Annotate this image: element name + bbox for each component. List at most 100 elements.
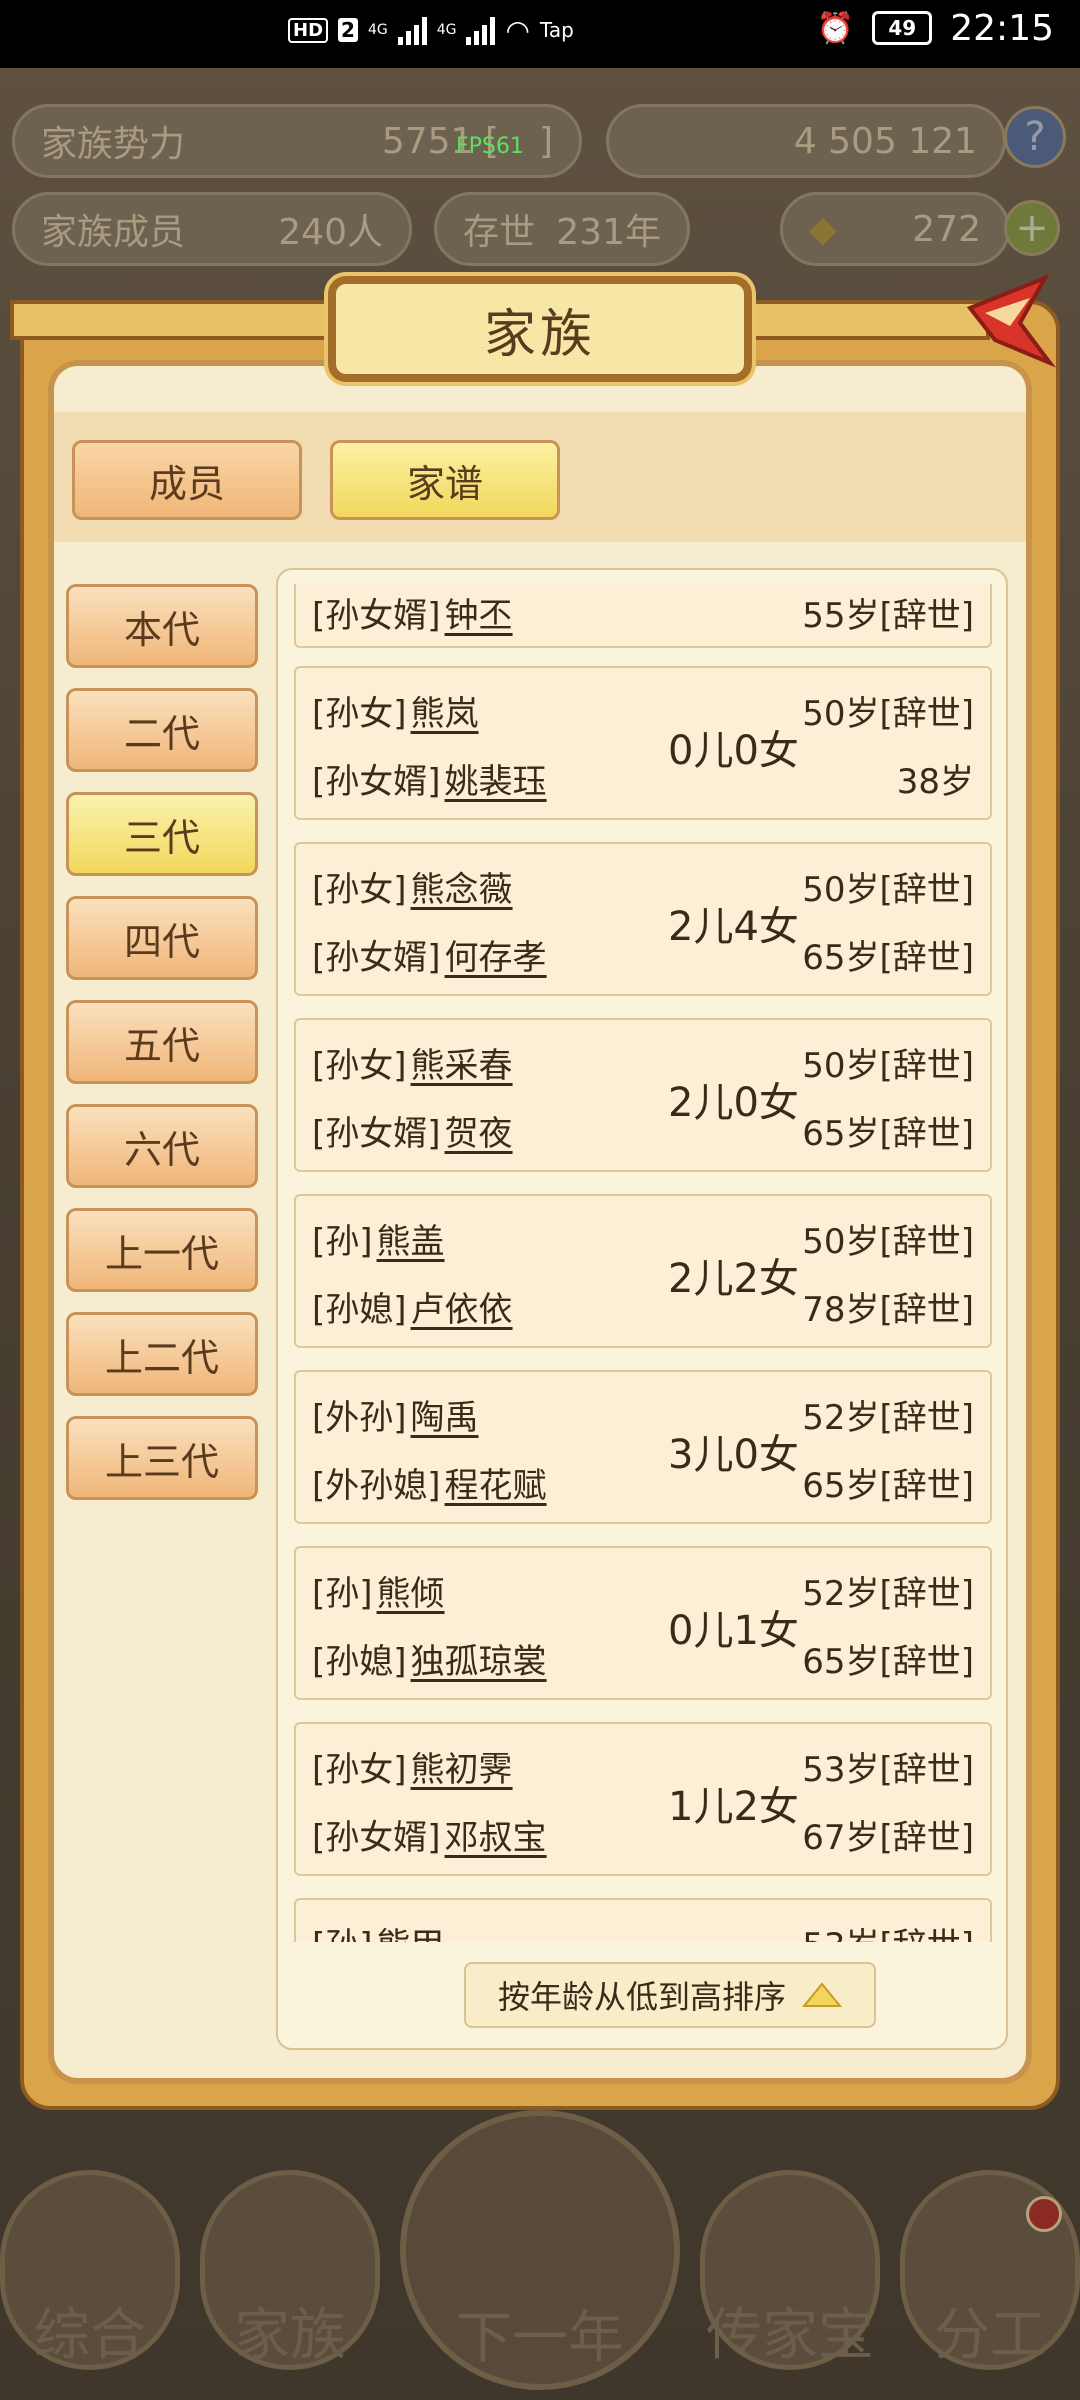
signal-icon-2 xyxy=(466,15,496,45)
alarm-icon: ⏰ xyxy=(816,10,855,46)
family-age-value: 231年 xyxy=(556,212,661,253)
relation-label: [孙女] xyxy=(312,1046,407,1086)
title-wing-left xyxy=(10,300,340,340)
member-age: 52岁[辞世] xyxy=(802,1574,974,1614)
add-gold-button[interactable]: + xyxy=(1004,200,1060,256)
tab-genealogy[interactable]: 家谱 xyxy=(330,440,560,520)
gen-button-prev-three[interactable]: 上三代 xyxy=(66,1416,258,1500)
status-bar: HD 2 4G 4G ◠ Tap ⏰ 49 22:15 xyxy=(0,0,1080,68)
member-name[interactable]: 熊甲 xyxy=(377,1926,445,1942)
help-button[interactable]: ? xyxy=(1004,106,1066,168)
nav-heirloom[interactable]: 传家宝 xyxy=(700,2170,880,2370)
nav-general-label: 综合 xyxy=(34,2303,146,2368)
spouse-name[interactable]: 独孤琼裳 xyxy=(411,1642,547,1682)
list-item[interactable]: [孙女婿] 钟丕 55岁[辞世] xyxy=(294,584,992,648)
spouse-relation-label: [孙女婿] xyxy=(312,1114,441,1154)
sort-by-age-button[interactable]: 按年龄从低到高排序 xyxy=(464,1962,876,2028)
member-name[interactable]: 熊岚 xyxy=(411,694,479,734)
fps-counter: FPS61 xyxy=(456,134,524,159)
gen-button-second[interactable]: 二代 xyxy=(66,688,258,772)
member-name[interactable]: 熊念薇 xyxy=(411,870,513,910)
relation-label: [孙] xyxy=(312,1574,373,1614)
spouse-name[interactable]: 何存孝 xyxy=(445,938,547,978)
list-item[interactable]: [孙女] 熊岚 [孙女婿] 姚裴珏 0儿0女 50岁[辞世] 38岁 xyxy=(294,666,992,820)
list-item[interactable]: [孙女] 熊采春 [孙女婿] 贺夜 2儿0女 50岁[辞世] 65岁[辞世] xyxy=(294,1018,992,1172)
spouse-name[interactable]: 姚裴珏 xyxy=(445,762,547,802)
notification-dot xyxy=(1026,2196,1062,2232)
member-name[interactable]: 熊初霁 xyxy=(411,1750,513,1790)
member-name[interactable]: 陶禹 xyxy=(411,1398,479,1438)
family-members-pill: 家族成员 240人 xyxy=(12,192,412,266)
battery-icon: 49 xyxy=(872,11,933,45)
member-name[interactable]: 钟丕 xyxy=(445,596,513,636)
member-age: 50岁[辞世] xyxy=(802,1222,974,1262)
spouse-name[interactable]: 贺夜 xyxy=(445,1114,513,1154)
spouse-relation-label: [孙女婿] xyxy=(312,762,441,802)
clock: 22:15 xyxy=(950,7,1054,49)
nav-next-year-label: 下一年 xyxy=(456,2306,624,2371)
member-name[interactable]: 熊采春 xyxy=(411,1046,513,1086)
spouse-relation-label: [孙女婿] xyxy=(312,1818,441,1858)
list-item[interactable]: [孙] 熊盖 [孙媳] 卢依依 2儿2女 50岁[辞世] 78岁[辞世] xyxy=(294,1194,992,1348)
network-label-2: 4G xyxy=(436,22,457,38)
spouse-name[interactable]: 邓叔宝 xyxy=(445,1818,547,1858)
gen-button-prev-two[interactable]: 上二代 xyxy=(66,1312,258,1396)
gen-button-fourth[interactable]: 四代 xyxy=(66,896,258,980)
currency-pill: 4 505 121 xyxy=(606,104,1006,178)
member-age: 52岁[辞世] xyxy=(802,1398,974,1438)
spouse-relation-label: [孙女婿] xyxy=(312,938,441,978)
nav-next-year[interactable]: 下一年 xyxy=(400,2110,680,2390)
gold-ingot-icon: ◆ xyxy=(809,208,837,250)
list-item[interactable]: [孙]熊甲 53岁[辞世] xyxy=(294,1898,992,1942)
question-icon: ? xyxy=(1024,114,1046,160)
nav-family-label: 家族 xyxy=(234,2303,346,2368)
children-count: 0儿0女 xyxy=(668,728,799,774)
spouse-age: 65岁[辞世] xyxy=(802,1466,974,1506)
hd-badge: HD xyxy=(288,17,329,43)
nav-family[interactable]: 家族 xyxy=(200,2170,380,2370)
children-count: 3儿0女 xyxy=(668,1432,799,1478)
genealogy-list-panel: [孙女婿] 钟丕 55岁[辞世] [孙女] 熊岚 [孙女婿] 姚裴珏 0儿0女 50岁… xyxy=(276,568,1008,2050)
close-icon[interactable] xyxy=(950,268,1060,378)
gen-button-fifth[interactable]: 五代 xyxy=(66,1000,258,1084)
spouse-age: 78岁[辞世] xyxy=(802,1290,974,1330)
member-name[interactable]: 熊倾 xyxy=(377,1574,445,1614)
member-age: 55岁[辞世] xyxy=(802,596,974,636)
relation-label: [孙女] xyxy=(312,870,407,910)
children-count: 2儿4女 xyxy=(668,904,799,950)
family-power-end: ] xyxy=(538,120,553,162)
spouse-age: 65岁[辞世] xyxy=(802,1642,974,1682)
genealogy-list[interactable]: [孙女婿] 钟丕 55岁[辞世] [孙女] 熊岚 [孙女婿] 姚裴珏 0儿0女 50岁… xyxy=(278,584,1006,1942)
nav-general[interactable]: 综合 xyxy=(0,2170,180,2370)
member-name[interactable]: 熊盖 xyxy=(377,1222,445,1262)
spouse-age: 38岁 xyxy=(896,762,974,802)
gen-button-sixth[interactable]: 六代 xyxy=(66,1104,258,1188)
relation-label: [孙] xyxy=(312,1222,373,1262)
spouse-name[interactable]: 卢依依 xyxy=(411,1290,513,1330)
list-item[interactable]: [外孙] 陶禹 [外孙媳] 程花赋 3儿0女 52岁[辞世] 65岁[辞世] xyxy=(294,1370,992,1524)
member-age: 53岁[辞世] xyxy=(802,1918,974,1942)
list-item[interactable]: [孙女] 熊念薇 [孙女婿] 何存孝 2儿4女 50岁[辞世] 65岁[辞世] xyxy=(294,842,992,996)
relation-label: [外孙] xyxy=(312,1398,407,1438)
spouse-age: 65岁[辞世] xyxy=(802,1114,974,1154)
currency-values: 4 505 121 xyxy=(793,120,977,162)
wifi-icon: ◠ xyxy=(505,13,530,47)
sim-label: 2 xyxy=(338,18,358,42)
family-members-label: 家族成员 xyxy=(41,212,186,253)
relation-label: [孙女] xyxy=(312,1750,407,1790)
gen-button-prev-one[interactable]: 上一代 xyxy=(66,1208,258,1292)
spouse-name[interactable]: 程花赋 xyxy=(445,1466,547,1506)
spouse-relation-label: [孙媳] xyxy=(312,1642,407,1682)
member-age: 50岁[辞世] xyxy=(802,694,974,734)
gen-button-third[interactable]: 三代 xyxy=(66,792,258,876)
member-age: 50岁[辞世] xyxy=(802,870,974,910)
family-members-value: 240人 xyxy=(278,212,383,253)
list-item[interactable]: [孙] 熊倾 [孙媳] 独孤琼裳 0儿1女 52岁[辞世] 65岁[辞世] xyxy=(294,1546,992,1700)
gold-pill: ◆ 272 xyxy=(780,192,1010,266)
children-count: 1儿2女 xyxy=(668,1784,799,1830)
gen-button-current[interactable]: 本代 xyxy=(66,584,258,668)
children-count: 2儿0女 xyxy=(668,1080,799,1126)
signal-icon xyxy=(397,15,427,45)
list-item[interactable]: [孙女] 熊初霁 [孙女婿] 邓叔宝 1儿2女 53岁[辞世] 67岁[辞世] xyxy=(294,1722,992,1876)
tab-members[interactable]: 成员 xyxy=(72,440,302,520)
